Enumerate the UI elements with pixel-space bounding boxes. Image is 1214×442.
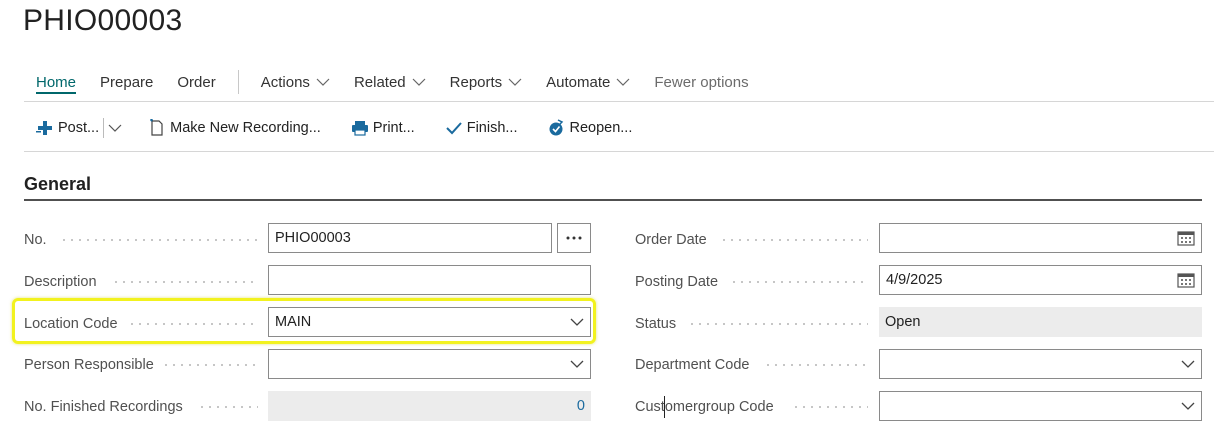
menu-actions[interactable]: Actions	[249, 65, 342, 99]
ellipsis-icon	[566, 236, 582, 240]
no-finished-recordings-label: No. Finished Recordings	[24, 399, 183, 415]
leader-dots	[720, 239, 868, 241]
action-divider	[24, 151, 1214, 152]
post-icon	[36, 119, 54, 137]
chevron-down-icon	[412, 78, 426, 86]
page-title: PHIO00003	[23, 4, 183, 37]
chevron-down-icon	[508, 78, 522, 86]
location-code-value: MAIN	[275, 314, 312, 330]
leader-dots	[688, 323, 868, 325]
leader-dots	[60, 239, 258, 241]
menu-related-label: Related	[353, 73, 406, 91]
checkmark-icon	[445, 119, 463, 137]
chevron-down-icon	[316, 78, 330, 86]
leader-dots	[730, 281, 868, 283]
description-field[interactable]	[268, 265, 591, 295]
finish-button[interactable]: Finish...	[445, 119, 518, 137]
finish-label: Finish...	[466, 120, 518, 136]
location-code-label: Location Code	[24, 316, 118, 332]
fewer-options-button[interactable]: Fewer options	[642, 65, 760, 99]
posting-date-value: 4/9/2025	[886, 272, 943, 288]
department-code-select[interactable]	[879, 349, 1202, 379]
reopen-button[interactable]: Reopen...	[547, 119, 632, 137]
new-document-icon	[148, 119, 166, 137]
order-date-field[interactable]	[879, 223, 1202, 253]
person-responsible-select[interactable]	[268, 349, 591, 379]
make-new-recording-label: Make New Recording...	[170, 120, 321, 136]
description-label: Description	[24, 274, 97, 290]
menu-bar: Home Prepare Order Actions Related Repor…	[24, 64, 1214, 100]
leader-dots	[112, 281, 258, 283]
leader-dots	[764, 364, 868, 366]
leader-dots	[162, 364, 258, 366]
no-finished-recordings-link[interactable]: 0	[268, 391, 591, 421]
post-button[interactable]: Post...	[36, 119, 99, 137]
customergroup-code-select[interactable]	[879, 391, 1202, 421]
section-title: General	[24, 174, 92, 194]
tab-home[interactable]: Home	[24, 65, 88, 99]
text-cursor	[664, 396, 665, 418]
make-new-recording-button[interactable]: Make New Recording...	[148, 119, 321, 137]
menu-separator	[237, 70, 239, 94]
menu-reports-label: Reports	[449, 73, 503, 91]
reopen-label: Reopen...	[569, 120, 633, 136]
menu-divider	[24, 101, 1214, 102]
no-value: PHIO00003	[275, 230, 351, 246]
reopen-icon	[547, 119, 565, 137]
no-finished-recordings-value: 0	[576, 398, 585, 414]
menu-related[interactable]: Related	[342, 65, 438, 99]
leader-dots	[792, 406, 868, 408]
status-field: Open	[879, 307, 1202, 337]
chevron-down-icon	[1181, 359, 1195, 369]
order-date-label: Order Date	[635, 232, 707, 248]
menu-automate-label: Automate	[546, 73, 611, 91]
location-code-select[interactable]: MAIN	[268, 307, 591, 337]
printer-icon	[351, 119, 369, 137]
post-label: Post...	[58, 120, 100, 136]
posting-date-label: Posting Date	[635, 274, 719, 290]
chevron-down-icon	[570, 317, 584, 327]
section-divider	[24, 199, 1202, 201]
no-field[interactable]: PHIO00003	[268, 223, 552, 253]
chevron-down-icon	[570, 359, 584, 369]
tab-prepare[interactable]: Prepare	[88, 65, 165, 99]
print-label: Print...	[372, 120, 415, 136]
calendar-icon[interactable]	[1177, 272, 1195, 288]
department-code-label: Department Code	[635, 357, 750, 373]
tab-order[interactable]: Order	[165, 65, 227, 99]
no-label: No.	[24, 232, 47, 248]
menu-actions-label: Actions	[260, 73, 310, 91]
calendar-icon[interactable]	[1177, 230, 1195, 246]
leader-dots	[198, 406, 258, 408]
more-options-button[interactable]	[557, 223, 591, 253]
status-value: Open	[885, 314, 921, 330]
post-dropdown-button[interactable]	[108, 123, 122, 133]
status-label: Status	[635, 316, 677, 332]
menu-reports[interactable]: Reports	[438, 65, 535, 99]
split-divider	[103, 118, 105, 138]
person-responsible-label: Person Responsible	[24, 357, 154, 373]
posting-date-field[interactable]: 4/9/2025	[879, 265, 1202, 295]
chevron-down-icon	[616, 78, 630, 86]
chevron-down-icon	[1181, 401, 1195, 411]
menu-automate[interactable]: Automate	[534, 65, 642, 99]
leader-dots	[128, 323, 258, 325]
customergroup-code-label: Customergroup Code	[635, 399, 774, 415]
print-button[interactable]: Print...	[351, 119, 415, 137]
chevron-down-icon	[108, 124, 122, 132]
action-bar: Post... Make New Recording... Print... F…	[36, 112, 662, 144]
